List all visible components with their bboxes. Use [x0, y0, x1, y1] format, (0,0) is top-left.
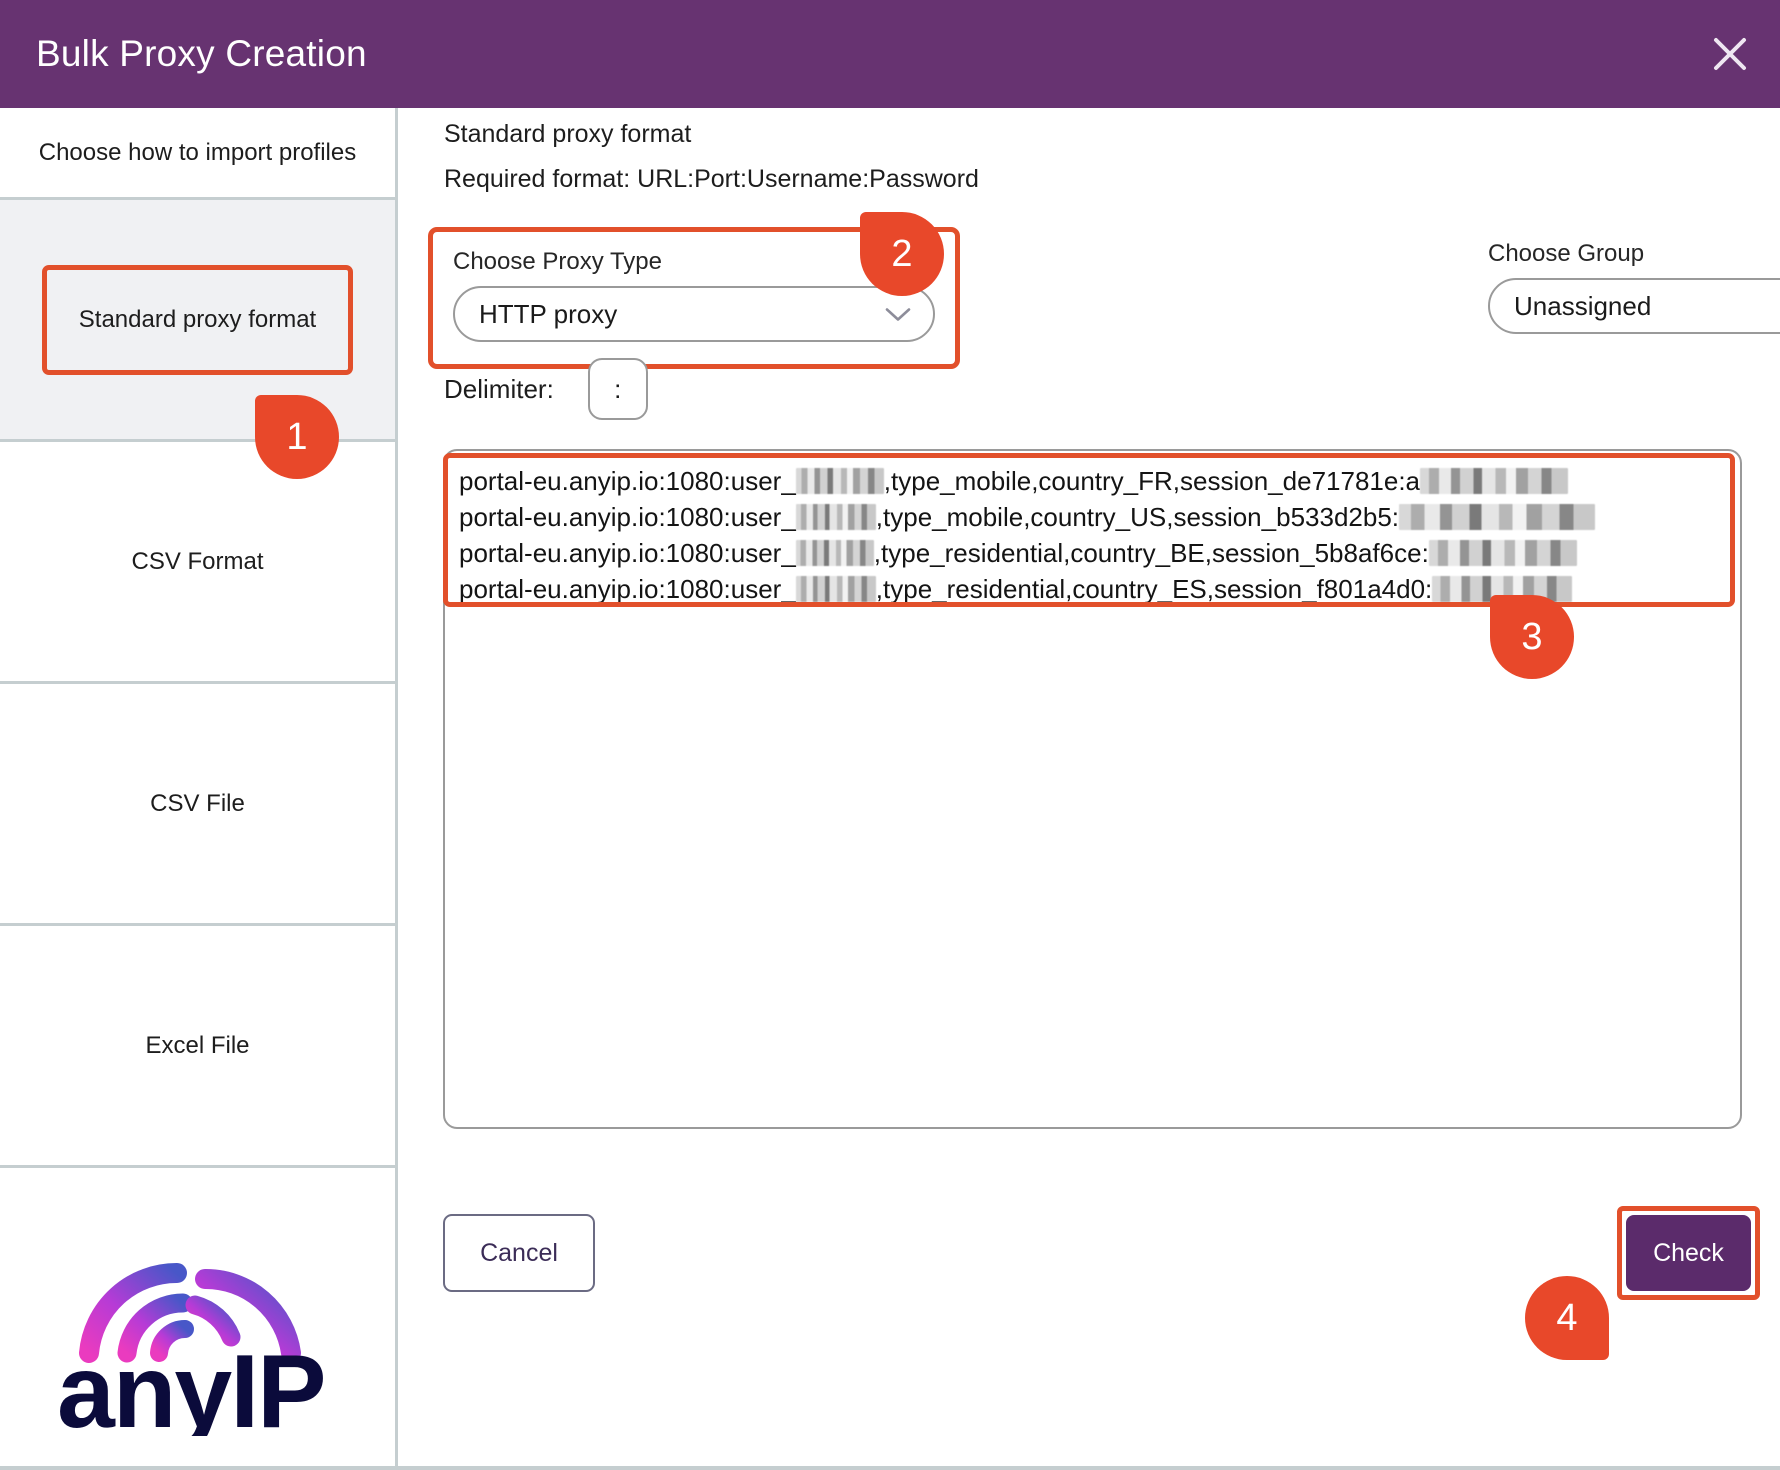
bulk-proxy-creation-dialog: Bulk Proxy Creation Choose how to import… [0, 0, 1780, 1470]
delimiter-input[interactable]: : [587, 358, 648, 420]
anyip-logo: anyIP [0, 1227, 395, 1470]
choose-group-value: Unassigned [1514, 290, 1652, 321]
proxy-list-line: portal-eu.anyip.io:1080:user_ ,type_resid… [459, 535, 1728, 571]
svg-text:anyIP: anyIP [57, 1334, 324, 1436]
redacted-username [795, 504, 876, 530]
proxy-list-content[interactable]: portal-eu.anyip.io:1080:user_ ,type_mobil… [459, 463, 1728, 1117]
sidebar-item-label: CSV Format [131, 547, 264, 575]
sidebar-item-label: Standard proxy format [78, 305, 317, 333]
proxy-list-line: portal-eu.anyip.io:1080:user_ ,type_mobil… [459, 463, 1728, 499]
delimiter-value: : [614, 373, 622, 404]
dialog-titlebar: Bulk Proxy Creation [0, 0, 1780, 108]
bottom-divider [0, 1466, 1780, 1470]
delimiter-row: Delimiter: : [444, 358, 648, 420]
sidebar-item-excel-file[interactable]: Excel File [0, 926, 395, 1168]
redacted-password [1399, 504, 1596, 530]
redacted-username [795, 468, 884, 494]
redacted-password [1428, 540, 1577, 566]
choose-proxy-type-select[interactable]: HTTP proxy [453, 286, 935, 342]
sidebar-heading: Choose how to import profiles [0, 108, 395, 200]
proxy-line-params: ,type_residential,country_ES,session_f80… [875, 574, 1433, 604]
chevron-down-icon [885, 299, 911, 330]
sidebar-item-label: Excel File [145, 1031, 250, 1059]
check-button[interactable]: Check [1626, 1215, 1751, 1291]
sidebar-item-csv-format[interactable]: CSV Format [0, 442, 395, 684]
dialog-title: Bulk Proxy Creation [36, 33, 367, 74]
proxy-line-params: ,type_mobile,country_FR,session_de71781e… [883, 466, 1421, 496]
proxy-line-prefix: portal-eu.anyip.io:1080:user_ [459, 466, 796, 496]
proxy-line-params: ,type_mobile,country_US,session_b533d2b5… [875, 502, 1400, 532]
delimiter-label: Delimiter: [444, 373, 554, 404]
proxy-line-params: ,type_residential,country_BE,session_5b8… [873, 538, 1429, 568]
proxy-line-prefix: portal-eu.anyip.io:1080:user_ [459, 502, 796, 532]
choose-group-field: Choose Group Unassigned [1488, 240, 1780, 334]
redacted-password [1420, 468, 1569, 494]
redacted-password [1432, 576, 1573, 602]
choose-group-label: Choose Group [1488, 240, 1645, 267]
sidebar-item-standard-proxy-format[interactable]: Standard proxy format [0, 200, 395, 442]
choose-proxy-type-value: HTTP proxy [479, 298, 618, 329]
import-method-sidebar: Choose how to import profiles Standard p… [0, 108, 398, 1470]
proxy-list-textarea[interactable]: portal-eu.anyip.io:1080:user_ ,type_mobil… [443, 449, 1742, 1129]
proxy-list-line: portal-eu.anyip.io:1080:user_ ,type_mobil… [459, 499, 1728, 535]
format-title: Standard proxy format [444, 120, 692, 148]
choose-proxy-type-label: Choose Proxy Type [453, 248, 663, 275]
choose-proxy-type-field: Choose Proxy Type HTTP proxy [428, 227, 960, 369]
sidebar-item-csv-file[interactable]: CSV File [0, 684, 395, 926]
proxy-line-prefix: portal-eu.anyip.io:1080:user_ [459, 574, 796, 604]
proxy-list-line: portal-eu.anyip.io:1080:user_ ,type_resid… [459, 571, 1728, 607]
main-panel: Standard proxy format Required format: U… [401, 108, 1780, 1470]
proxy-line-prefix: portal-eu.anyip.io:1080:user_ [459, 538, 796, 568]
redacted-username [795, 576, 876, 602]
cancel-button[interactable]: Cancel [443, 1214, 595, 1292]
redacted-username [795, 540, 874, 566]
required-format-text: Required format: URL:Port:Username:Passw… [444, 165, 979, 193]
sidebar-item-label: CSV File [150, 789, 245, 817]
close-icon[interactable] [1702, 26, 1758, 82]
choose-group-select[interactable]: Unassigned [1488, 278, 1780, 334]
